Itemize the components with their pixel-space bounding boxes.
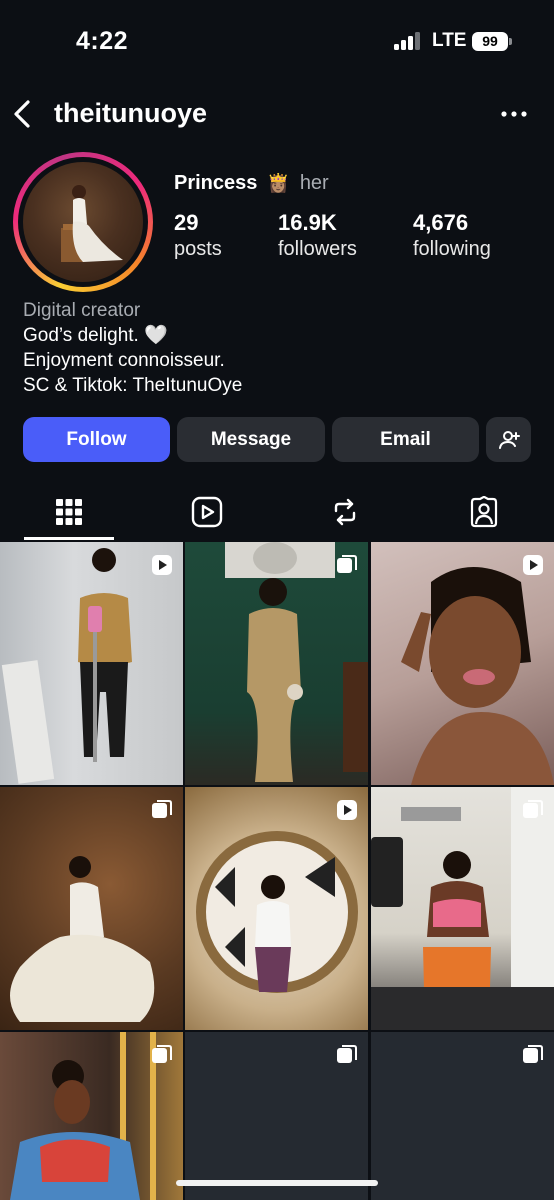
tab-posts[interactable] (23, 484, 115, 540)
selected-tab-indicator (24, 537, 114, 540)
stat-posts[interactable]: 29 posts (174, 210, 222, 261)
home-indicator[interactable] (176, 1180, 378, 1186)
post-photo (401, 567, 554, 785)
profile-actions: Follow Message Email (23, 417, 531, 462)
profile-header-bar: theitunuoye (0, 90, 554, 138)
posts-grid (0, 542, 554, 1200)
carousel-icon (152, 1045, 172, 1063)
post-thumbnail[interactable] (185, 1032, 368, 1200)
carousel-icon (523, 1045, 543, 1063)
stat-value: 29 (174, 210, 199, 235)
post-photo (10, 856, 155, 1022)
carousel-icon (152, 800, 172, 818)
tab-reels[interactable] (161, 484, 253, 540)
stat-value: 4,676 (413, 210, 469, 235)
avatar[interactable] (23, 162, 143, 282)
display-name: Princess (174, 171, 258, 194)
repost-icon (334, 498, 356, 526)
post-photo (196, 831, 358, 993)
cellular-signal-icon (394, 32, 424, 50)
story-ring[interactable] (13, 152, 153, 292)
profile-tabs (0, 484, 554, 542)
status-time: 4:22 (76, 27, 129, 55)
add-user-button[interactable] (486, 417, 531, 462)
tab-reposts[interactable] (299, 484, 391, 540)
post-photo (225, 542, 368, 782)
carousel-icon (523, 800, 543, 818)
battery-tip (509, 38, 512, 45)
post-photo (371, 787, 554, 1030)
carousel-icon (337, 555, 357, 573)
profile-bio: Digital creator God’s delight. 🤍 Enjoyme… (23, 298, 242, 398)
bio-category: Digital creator (23, 300, 141, 321)
post-thumbnail[interactable] (0, 1032, 183, 1200)
tab-tagged[interactable] (438, 484, 530, 540)
grid-icon (56, 499, 82, 525)
add-user-icon (498, 430, 520, 449)
carousel-icon (337, 1045, 357, 1063)
reel-icon (337, 800, 357, 820)
avatar-photo (61, 185, 123, 262)
pronouns: her (299, 171, 329, 194)
stat-following[interactable]: 4,676 following (413, 210, 491, 261)
display-name-row: Princess 👸🏽 her (174, 170, 329, 196)
message-button[interactable]: Message (177, 417, 325, 462)
status-bar: 4:22 LTE 99 (0, 0, 554, 84)
post-thumbnail[interactable] (371, 1032, 554, 1200)
post-thumbnail[interactable] (185, 542, 368, 785)
princess-emoji: 👸🏽 (267, 172, 290, 193)
post-thumbnail[interactable] (371, 542, 554, 785)
username: theitunuoye (54, 98, 207, 128)
follow-button[interactable]: Follow (23, 417, 170, 462)
reel-icon (523, 555, 543, 575)
stat-label: posts (174, 238, 222, 260)
bio-line: Enjoyment connoisseur. (23, 350, 225, 371)
stat-value: 16.9K (278, 210, 337, 235)
stat-followers[interactable]: 16.9K followers (278, 210, 357, 261)
battery-icon: 99 (472, 32, 508, 51)
post-thumbnail[interactable] (0, 787, 183, 1030)
ellipsis-icon[interactable] (498, 102, 530, 126)
reel-icon (152, 555, 172, 575)
post-thumbnail[interactable] (185, 787, 368, 1030)
tagged-icon (470, 496, 498, 528)
reels-icon (191, 496, 223, 528)
chevron-left-icon[interactable] (10, 98, 36, 130)
post-thumbnail[interactable] (371, 787, 554, 1030)
bio-line: SC & Tiktok: TheItunuOye (23, 375, 243, 396)
post-thumbnail[interactable] (0, 542, 183, 785)
email-button[interactable]: Email (332, 417, 479, 462)
bio-line: God’s delight. 🤍 (23, 325, 168, 346)
post-photo (1, 548, 132, 784)
stat-label: following (413, 238, 491, 260)
network-type: LTE (432, 30, 467, 51)
battery-level: 99 (482, 33, 498, 49)
stat-label: followers (278, 238, 357, 260)
